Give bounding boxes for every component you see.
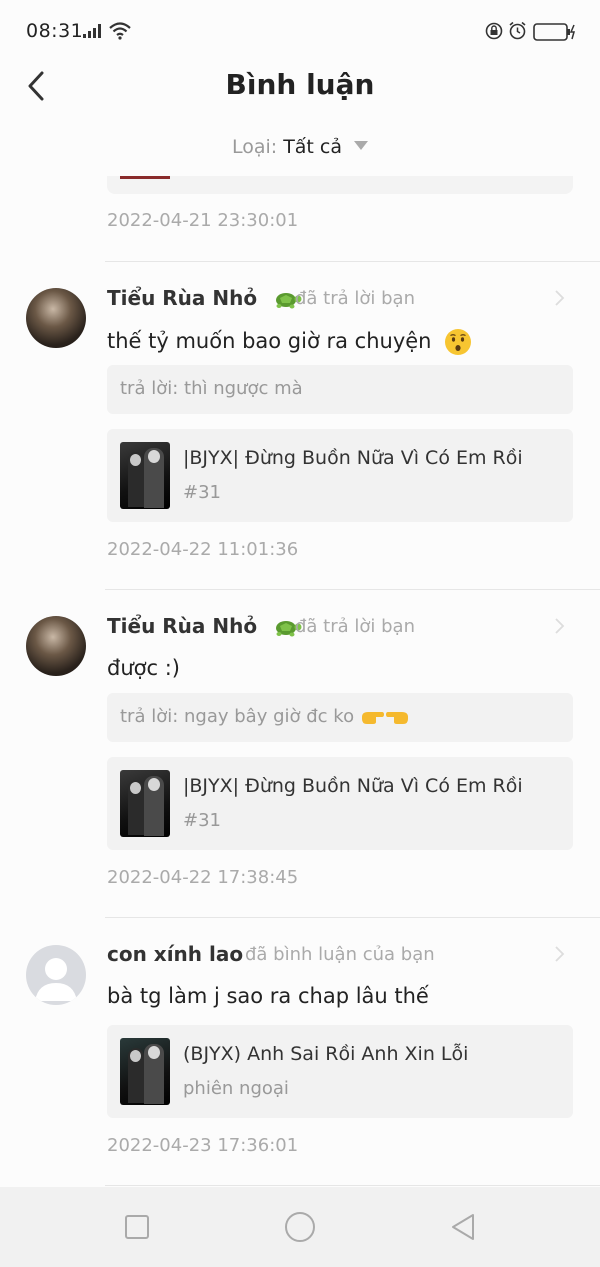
filter-label: Loại: bbox=[231, 136, 278, 158]
avatar[interactable] bbox=[26, 616, 86, 676]
divider bbox=[105, 589, 600, 590]
story-card-partial[interactable] bbox=[107, 176, 573, 194]
battery-icon bbox=[533, 23, 575, 41]
story-thumbnail bbox=[120, 770, 170, 837]
username[interactable]: con xính lao bbox=[107, 942, 243, 966]
divider bbox=[105, 1185, 600, 1186]
page-title: Bình luận bbox=[225, 68, 375, 101]
quoted-reply: trả lời: ngay bây giờ đc ko bbox=[107, 693, 573, 742]
system-nav-bar bbox=[0, 1187, 600, 1267]
avatar[interactable] bbox=[26, 945, 86, 1005]
comment-body: được :) bbox=[107, 656, 180, 680]
triangle-back-icon[interactable] bbox=[449, 1212, 477, 1242]
quoted-reply-content: trả lời: ngay bây giờ đc ko bbox=[120, 706, 410, 727]
action-text: đã trả lời bạn bbox=[295, 616, 415, 637]
notification-list[interactable]: 2022-04-21 23:30:01 Tiểu Rùa Nhỏ đã trả … bbox=[0, 176, 600, 1186]
chevron-right-icon[interactable] bbox=[552, 945, 566, 963]
alarm-icon bbox=[509, 21, 526, 40]
username-link[interactable]: Tiểu Rùa Nhỏ bbox=[107, 286, 302, 311]
avatar[interactable] bbox=[26, 288, 86, 348]
story-chapter: phiên ngoại bbox=[183, 1078, 289, 1099]
wifi-icon bbox=[109, 22, 131, 40]
square-icon[interactable] bbox=[124, 1214, 150, 1240]
story-card[interactable]: (BJYX) Anh Sai Rồi Anh Xin Lỗi phiên ngo… bbox=[107, 1025, 573, 1118]
comment-body: bà tg làm j sao ra chap lâu thế bbox=[107, 984, 429, 1008]
story-title: (BJYX) Anh Sai Rồi Anh Xin Lỗi bbox=[183, 1043, 469, 1065]
type-filter-dropdown[interactable]: Loại: Tất cả bbox=[0, 136, 600, 158]
timestamp: 2022-04-23 17:36:01 bbox=[107, 1135, 299, 1156]
story-title: |BJYX| Đừng Buồn Nữa Vì Có Em Rồi bbox=[183, 775, 523, 797]
story-thumbnail bbox=[120, 442, 170, 509]
timestamp: 2022-04-22 11:01:36 bbox=[107, 539, 299, 560]
circle-icon[interactable] bbox=[284, 1211, 316, 1243]
story-chapter: #31 bbox=[183, 482, 221, 503]
pointing-hands-icon bbox=[362, 712, 409, 724]
username: Tiểu Rùa Nhỏ bbox=[107, 614, 258, 638]
quoted-reply: trả lời: thì ngược mà bbox=[107, 365, 573, 414]
story-thumbnail bbox=[120, 1038, 170, 1105]
rotation-lock-icon bbox=[485, 22, 503, 40]
divider bbox=[105, 261, 600, 262]
kissing-face-icon bbox=[445, 329, 472, 355]
username: Tiểu Rùa Nhỏ bbox=[107, 286, 258, 310]
filter-value: Tất cả bbox=[283, 136, 343, 158]
story-card[interactable]: |BJYX| Đừng Buồn Nữa Vì Có Em Rồi #31 bbox=[107, 429, 573, 522]
divider bbox=[105, 917, 600, 918]
status-bar: 08:31 bbox=[0, 0, 600, 62]
timestamp: 2022-04-22 17:38:45 bbox=[107, 867, 299, 888]
status-time: 08:31 bbox=[26, 20, 84, 42]
default-user-icon bbox=[35, 958, 77, 1001]
quoted-reply-text: trả lời: thì ngược mà bbox=[120, 378, 303, 399]
action-text: đã trả lời bạn bbox=[295, 288, 415, 309]
signal-icon bbox=[83, 24, 101, 38]
story-thumbnail bbox=[120, 176, 170, 179]
timestamp: 2022-04-21 23:30:01 bbox=[107, 210, 299, 231]
story-card[interactable]: |BJYX| Đừng Buồn Nữa Vì Có Em Rồi #31 bbox=[107, 757, 573, 850]
chevron-right-icon[interactable] bbox=[552, 289, 566, 307]
story-title: |BJYX| Đừng Buồn Nữa Vì Có Em Rồi bbox=[183, 447, 523, 469]
quoted-reply-text: trả lời: ngay bây giờ đc ko bbox=[120, 706, 355, 727]
action-text: đã bình luận của bạn bbox=[245, 944, 435, 965]
caret-down-icon bbox=[354, 141, 369, 150]
story-chapter: #31 bbox=[183, 810, 221, 831]
app-header: Bình luận bbox=[0, 62, 600, 112]
comment-text: thế tỷ muốn bao giờ ra chuyện bbox=[107, 328, 472, 356]
username-link[interactable]: Tiểu Rùa Nhỏ bbox=[107, 614, 302, 639]
comment-body: thế tỷ muốn bao giờ ra chuyện bbox=[107, 329, 432, 353]
chevron-right-icon[interactable] bbox=[552, 617, 566, 635]
